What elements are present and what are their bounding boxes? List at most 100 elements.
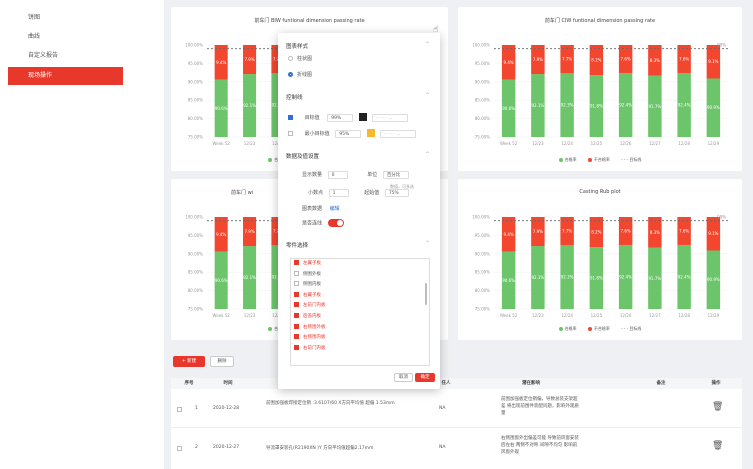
chart-card-4: Casting Rub plot 100.00% 95.00% 90.00% 85.0…: [458, 179, 742, 340]
data-label-fail: 8.2%: [591, 58, 601, 63]
data-label-fail: 7.6%: [621, 228, 631, 233]
radio-bar[interactable]: 柱状图: [288, 55, 312, 62]
y-tick-label: 90.00%: [188, 251, 203, 256]
edit-link[interactable]: 编辑: [330, 206, 340, 212]
data-label-fail: 7.6%: [679, 228, 689, 233]
chart-settings-popup: 图表样式 ⌃ 柱状图 折线图 控制线 ⌃ 目标值 99% - - - - ⌄ 最…: [278, 33, 440, 389]
part-checkbox[interactable]: [294, 302, 299, 308]
x-tick-label: Week 52: [500, 313, 518, 318]
sidebar-item-field-operation[interactable]: 现场操作: [8, 67, 123, 85]
row-owner: NA: [439, 445, 446, 450]
section-parts-select[interactable]: 零件选择: [286, 241, 308, 249]
bar-chart: 100.00% 95.00% 90.00% 85.00% 80.00% 75.00% 9.4…: [472, 215, 728, 318]
data-label-pass: 91.8%: [590, 104, 603, 109]
part-checkbox[interactable]: [294, 281, 299, 287]
sidebar-item-curve[interactable]: 曲线: [0, 28, 135, 46]
line-style-select[interactable]: - - - - ⌄: [372, 113, 409, 122]
part-item[interactable]: 右侧围外板: [291, 323, 429, 334]
radio-icon: [288, 72, 293, 77]
part-checkbox[interactable]: [294, 334, 299, 340]
color-swatch[interactable]: [366, 129, 375, 137]
row-date: 2020-12-27: [213, 445, 240, 450]
show-line-toggle[interactable]: [327, 219, 344, 227]
y-tick-label: 75.00%: [188, 307, 203, 312]
part-item[interactable]: 后盖内板: [291, 312, 429, 323]
trash-icon[interactable]: 🗑: [712, 402, 723, 412]
part-item[interactable]: 右前门内板: [291, 344, 429, 355]
chevron-up-icon[interactable]: ⌃: [425, 41, 430, 48]
col-action: 操作: [701, 378, 731, 389]
part-item[interactable]: 右侧围内板: [291, 333, 429, 344]
part-item[interactable]: 右翼子板: [291, 291, 429, 302]
x-tick-label: 12/27: [649, 141, 661, 146]
data-label-pass: 91.7%: [649, 276, 662, 281]
color-swatch[interactable]: [358, 113, 367, 121]
confirm-button[interactable]: 确定: [415, 373, 435, 382]
target-input[interactable]: 99%: [327, 113, 354, 122]
data-label-fail: 8.2%: [591, 230, 601, 235]
decimals-select[interactable]: 1: [328, 189, 349, 197]
part-label: 左翼子板: [303, 261, 321, 266]
target-row: 目标值 99% - - - - ⌄: [288, 113, 409, 122]
part-checkbox[interactable]: [294, 312, 299, 318]
sidebar-item-pie[interactable]: 饼图: [0, 9, 135, 27]
section-chart-style[interactable]: 图表样式: [286, 42, 308, 50]
data-label-fail: 7.6%: [679, 56, 689, 61]
chevron-up-icon[interactable]: ⌃: [425, 151, 430, 158]
col-note: 备注: [641, 378, 681, 389]
section-data-settings[interactable]: 数据及值设置: [286, 152, 319, 160]
data-label-pass: 92.4%: [678, 274, 691, 279]
chevron-up-icon[interactable]: ⌃: [425, 240, 430, 247]
min-target-checkbox[interactable]: [288, 130, 293, 136]
col-impact: 潜在影响: [491, 378, 571, 389]
y-tick-label: 90.00%: [475, 251, 490, 256]
add-button[interactable]: + 新建: [173, 356, 205, 367]
line-style-select[interactable]: - - - - ⌄: [380, 129, 417, 138]
part-label: 右侧围外板: [303, 324, 326, 330]
part-item[interactable]: 侧围内板: [291, 280, 429, 291]
chevron-up-icon[interactable]: ⌃: [425, 92, 430, 99]
section-control-line[interactable]: 控制线: [286, 93, 303, 101]
chart-legend: 合格率 不合格率 - - - 目标线: [458, 326, 742, 332]
sidebar-item-custom-report[interactable]: 自定义报告: [0, 47, 135, 65]
part-item[interactable]: 侧围外板: [291, 270, 429, 281]
trash-icon[interactable]: 🗑: [712, 441, 723, 451]
x-tick-label: 12/23: [244, 141, 256, 146]
data-label-fail: 9.4%: [504, 60, 514, 65]
y-tick-label: 95.00%: [188, 61, 203, 66]
row-checkbox[interactable]: [177, 407, 182, 412]
y-tick-label: 85.00%: [475, 98, 490, 103]
chart-legend: 合格率 不合格率 - - - 目标线: [458, 157, 742, 163]
part-checkbox[interactable]: [294, 344, 299, 350]
part-label: 右侧围内板: [303, 335, 326, 341]
data-label-fail: 9.1%: [708, 231, 718, 236]
scrollbar[interactable]: [425, 283, 427, 305]
part-item[interactable]: 左前门内板: [291, 301, 429, 312]
data-label-pass: 92.1%: [243, 275, 256, 280]
y-tick-label: 85.00%: [475, 270, 490, 275]
display-count-select[interactable]: 0: [327, 171, 348, 179]
x-tick-label: 12/26: [620, 313, 632, 318]
target-checkbox[interactable]: [288, 114, 293, 120]
part-checkbox[interactable]: [294, 270, 299, 276]
y-tick-label: 80.00%: [188, 116, 203, 121]
start-value-input[interactable]: 75%: [384, 189, 409, 197]
data-label-pass: 90.6%: [502, 106, 515, 111]
unit-select[interactable]: 百分比: [382, 171, 409, 179]
part-checkbox[interactable]: [294, 323, 299, 329]
x-tick-label: Week 52: [213, 313, 231, 318]
x-tick-label: 12/28: [678, 313, 690, 318]
part-item[interactable]: 左翼子板: [291, 259, 429, 270]
y-tick-label: 100.00%: [472, 215, 490, 220]
radio-line[interactable]: 折线图: [288, 71, 312, 78]
sidebar: 饼图 曲线 自定义报告 现场操作: [0, 0, 135, 469]
part-checkbox[interactable]: [294, 260, 299, 265]
part-label: 右翼子板: [303, 292, 321, 298]
y-tick-label: 75.00%: [475, 135, 490, 140]
delete-button[interactable]: 删除: [210, 356, 234, 367]
min-target-input[interactable]: 95%: [335, 129, 362, 138]
cancel-button[interactable]: 取消: [394, 373, 413, 382]
part-checkbox[interactable]: [294, 291, 299, 297]
row-checkbox[interactable]: [177, 446, 182, 451]
y-tick-label: 80.00%: [475, 288, 490, 293]
